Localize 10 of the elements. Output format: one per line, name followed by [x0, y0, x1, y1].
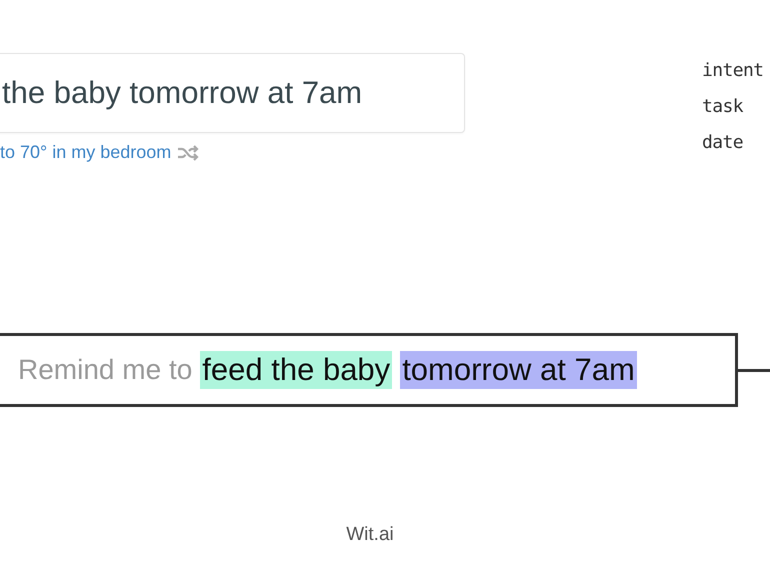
entity-label: date [702, 132, 744, 154]
sentence-text: Remind me to [18, 354, 192, 386]
suggestion-link[interactable]: to 70° in my bedroom [0, 142, 172, 163]
entity-highlight: tomorrow at 7am [400, 351, 637, 389]
entity-highlight: feed the baby [200, 351, 392, 389]
entity-label: intent [702, 60, 764, 82]
query-field[interactable]: the baby tomorrow at 7am [0, 53, 465, 133]
entity-label: task [702, 96, 744, 118]
shuffle-icon[interactable] [177, 144, 200, 160]
brand-text: Wit.ai [346, 524, 394, 546]
